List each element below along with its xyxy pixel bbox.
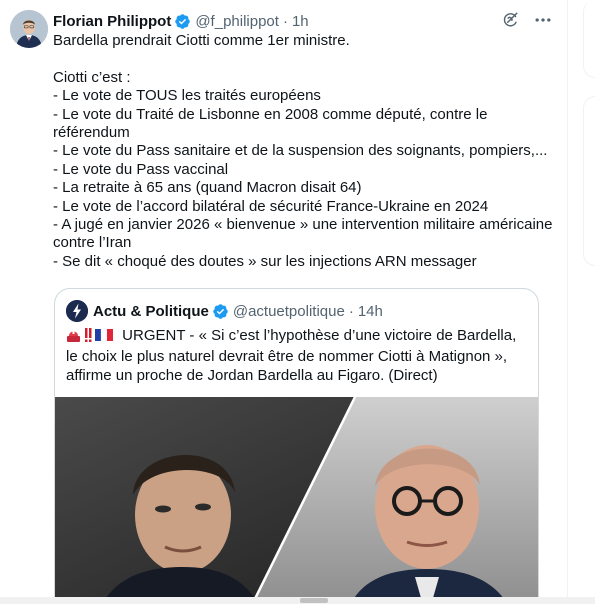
grok-icon[interactable] [501,11,519,29]
tweet[interactable]: Florian Philippot @f_philippot · 1h Bard… [0,0,568,604]
quoted-author-avatar[interactable] [66,300,88,322]
tweet-line: - Se dit « choqué des doutes » sur les i… [53,252,477,270]
verified-badge-icon[interactable] [212,303,229,320]
tweet-timestamp[interactable]: 1h [292,13,309,30]
tweet-line: - Le vote du Pass vaccinal [53,160,229,178]
tweet-line: - Le vote du Pass sanitaire et de la sus… [53,142,548,160]
tweet-line: référendum [53,124,130,142]
tweet-line: - La retraite à 65 ans (quand Macron dis… [53,179,362,197]
verified-badge-icon[interactable] [174,13,191,30]
sidebar-card [583,0,595,78]
quoted-tweet-timestamp[interactable]: 14h [358,303,383,320]
separator-dot: · [348,302,354,320]
tweet-header: Florian Philippot @f_philippot · 1h [53,11,309,31]
quoted-author-handle[interactable]: @actuetpolitique [233,303,345,320]
tweet-actions [501,10,553,30]
separator-dot: · [282,12,288,30]
tweet-line [53,50,563,68]
tweet-line: Bardella prendrait Ciotti comme 1er mini… [53,32,350,49]
author-handle[interactable]: @f_philippot [195,13,279,30]
quoted-tweet-header: Actu & Politique @actuetpolitique · 14h [66,300,383,322]
right-sidebar-edge [583,0,595,604]
tweet-line: - Le vote de l’accord bilatéral de sécur… [53,197,489,215]
tweet-line: - Le vote de TOUS les traités européens [53,87,321,105]
tweet-line: - A jugé en janvier 2026 « bienvenue » u… [53,216,553,234]
quoted-author-name[interactable]: Actu & Politique [93,303,209,320]
tweet-line: contre l’Iran [53,234,132,252]
tweet-text: Bardella prendrait Ciotti comme 1er mini… [53,32,563,271]
emoji-prefix [66,327,118,348]
quoted-tweet-body: URGENT - « Si c’est l’hypothèse d’une vi… [66,327,517,384]
horizontal-scrollbar[interactable] [0,597,595,604]
quoted-tweet-text: URGENT - « Si c’est l’hypothèse d’une vi… [66,327,531,385]
author-avatar[interactable] [10,10,48,48]
scrollbar-thumb[interactable] [300,598,328,603]
more-options-icon[interactable] [533,10,553,30]
quoted-tweet-image[interactable] [55,397,538,604]
author-name[interactable]: Florian Philippot [53,13,171,30]
tweet-line: - Le vote du Traité de Lisbonne en 2008 … [53,105,488,123]
tweet-line: Ciotti c’est : [53,68,131,86]
quoted-tweet[interactable]: Actu & Politique @actuetpolitique · 14h [54,288,539,604]
sidebar-card [583,96,595,266]
